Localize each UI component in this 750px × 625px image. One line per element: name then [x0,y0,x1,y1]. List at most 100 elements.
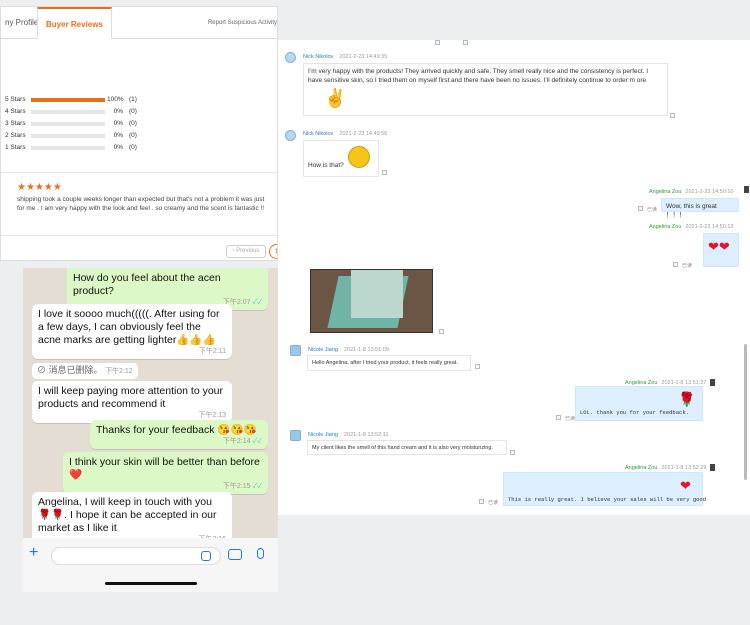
rating-bar [31,122,105,126]
message-time: 2021-2-23 14:50:10 [685,189,734,195]
message-text: I think your skin will be better than be… [69,456,260,481]
deleted-icon: ⊘ [37,365,47,375]
message-checkbox[interactable] [439,329,444,334]
read-status: 已读 [488,500,499,506]
previous-page-button[interactable]: ‹ Previous [226,245,266,258]
message-time: 2021-1-8 13:51:09 [343,347,389,353]
rating-count: (0) [129,144,137,151]
message-time: 下午2:11 [198,348,226,355]
message-checkbox[interactable] [382,170,387,175]
rating-count: (0) [129,120,137,127]
read-ticks-icon: ✓✓ [252,483,262,490]
rating-bar [31,146,105,150]
sender-header: Nick Nikolov 2021-2-23 14:49:35 [303,53,387,61]
divider [1,235,277,236]
page-number-button[interactable]: 1 [269,244,277,259]
message-time: 2021-2-23 14:50:13 [685,224,734,230]
chat-message-incoming: My client likes the smell of this hand c… [307,440,507,455]
shared-photo[interactable] [310,269,433,333]
message-text: My client likes the smell of this hand c… [312,445,493,451]
rating-label: 1 Stars [5,144,26,151]
message-checkbox[interactable] [435,40,440,45]
report-suspicious-link[interactable]: Report Suspicious Activity [208,20,277,26]
rose-icon: 🌹 [678,391,696,407]
sender-name: Nicole Jiang [308,347,338,353]
rating-label: 2 Stars [5,132,26,139]
message-input[interactable] [51,547,221,565]
sender-header: Nicole Jiang 2021-1-8 13:51:09 [308,346,389,354]
sender-header: Nick Nikolov 2021-2-23 14:49:56 [303,130,387,138]
read-ticks-icon: ✓✓ [252,299,262,306]
chat-panel: Nick Nikolov 2021-2-23 14:49:35 I’m very … [278,40,750,515]
chat-message-incoming: I love it soooo much(((((. After using f… [32,304,232,359]
message-text: I will keep paying more attention to you… [38,385,224,410]
avatar [285,130,296,141]
message-checkbox[interactable] [556,415,561,420]
chat-message-incoming: I’m very happy with the products! They a… [303,63,668,116]
rating-percent: 0% [113,108,123,115]
review-text: shipping took a couple weeks longer than… [17,196,265,212]
message-checkbox[interactable] [463,40,468,45]
heart-icon: ❤ [680,478,691,493]
message-time: 2021-1-8 13:52:29 [661,465,707,471]
rating-count: (0) [129,108,137,115]
message-checkbox[interactable] [673,262,678,267]
message-time: 2021-2-23 14:49:56 [339,131,388,137]
chat-message-outgoing: I think your skin will be better than be… [63,452,268,494]
tab-my-profile[interactable]: ny Profile [5,7,38,39]
sender-name: Nick Nikolov [303,131,334,137]
plus-icon[interactable]: + [29,544,38,562]
message-text: Angelina, I will keep in touch with you … [38,496,217,534]
shocked-face-icon [348,146,370,168]
home-indicator [105,582,197,585]
message-time: 下午2:12 [105,368,133,375]
avatar [710,379,715,386]
rating-percent: 100% [107,96,124,103]
chat-message-outgoing: Wow, this is great ！！！ [661,198,739,219]
rating-percent: 0% [113,120,123,127]
message-text: LOL. thank you for your feedback. [580,409,689,416]
rating-label: 4 Stars [5,108,26,115]
rating-bar [31,98,105,102]
avatar [290,345,301,356]
chat-message-incoming: Hello Angelina, after I tried your produ… [307,355,471,371]
read-ticks-icon: ✓✓ [252,438,262,445]
message-text: How do you feel about the acen product? [73,272,221,297]
message-time: 2021-2-23 14:49:35 [339,54,388,60]
read-status: 已读 [647,207,658,213]
sender-name: Angelina Zou [649,189,682,195]
message-checkbox[interactable] [479,499,484,504]
rating-count: (0) [129,132,137,139]
sender-header: Angelina Zou 2021-1-8 13:52:29 [625,464,706,472]
message-checkbox[interactable] [475,364,480,369]
message-time: 下午2:15 [222,483,251,490]
review-panel: ny Profile Buyer Reviews Report Suspicio… [0,6,278,261]
message-text: Wow, this is great ！！！ [666,203,717,219]
message-checkbox[interactable] [638,206,643,211]
scrollbar[interactable] [744,344,747,480]
camera-icon[interactable] [228,549,242,560]
message-text: I’m very happy with the products! They a… [308,68,649,84]
sender-name: Nicole Jiang [308,432,338,438]
message-checkbox[interactable] [670,113,675,118]
sender-name: Nick Nikolov [303,54,334,60]
message-time: 下午2:14 [222,438,251,445]
avatar [710,464,715,471]
read-status: 已读 [565,416,576,422]
deleted-message-note: ⊘ 消息已删除。 下午2:12 [32,363,138,379]
rating-label: 5 Stars [5,96,26,103]
sender-name: Angelina Zou [649,224,682,230]
sender-header: Angelina Zou 2021-2-23 14:50:13 [649,223,733,231]
rating-bar [31,134,105,138]
microphone-icon[interactable] [257,548,264,559]
avatar [285,52,296,63]
message-text: Thanks for your feedback 😘😘😘 [96,424,257,436]
chat-message-outgoing: This is really great. I believe your sal… [503,472,707,506]
rating-bar-fill [31,98,105,102]
message-checkbox[interactable] [510,450,515,455]
heart-icon: ❤❤ [708,239,730,254]
rating-percent: 0% [113,144,123,151]
sticker-icon[interactable] [201,551,211,561]
message-text: This is really great. I believe your sal… [508,496,707,503]
tab-buyer-reviews[interactable]: Buyer Reviews [37,7,112,39]
